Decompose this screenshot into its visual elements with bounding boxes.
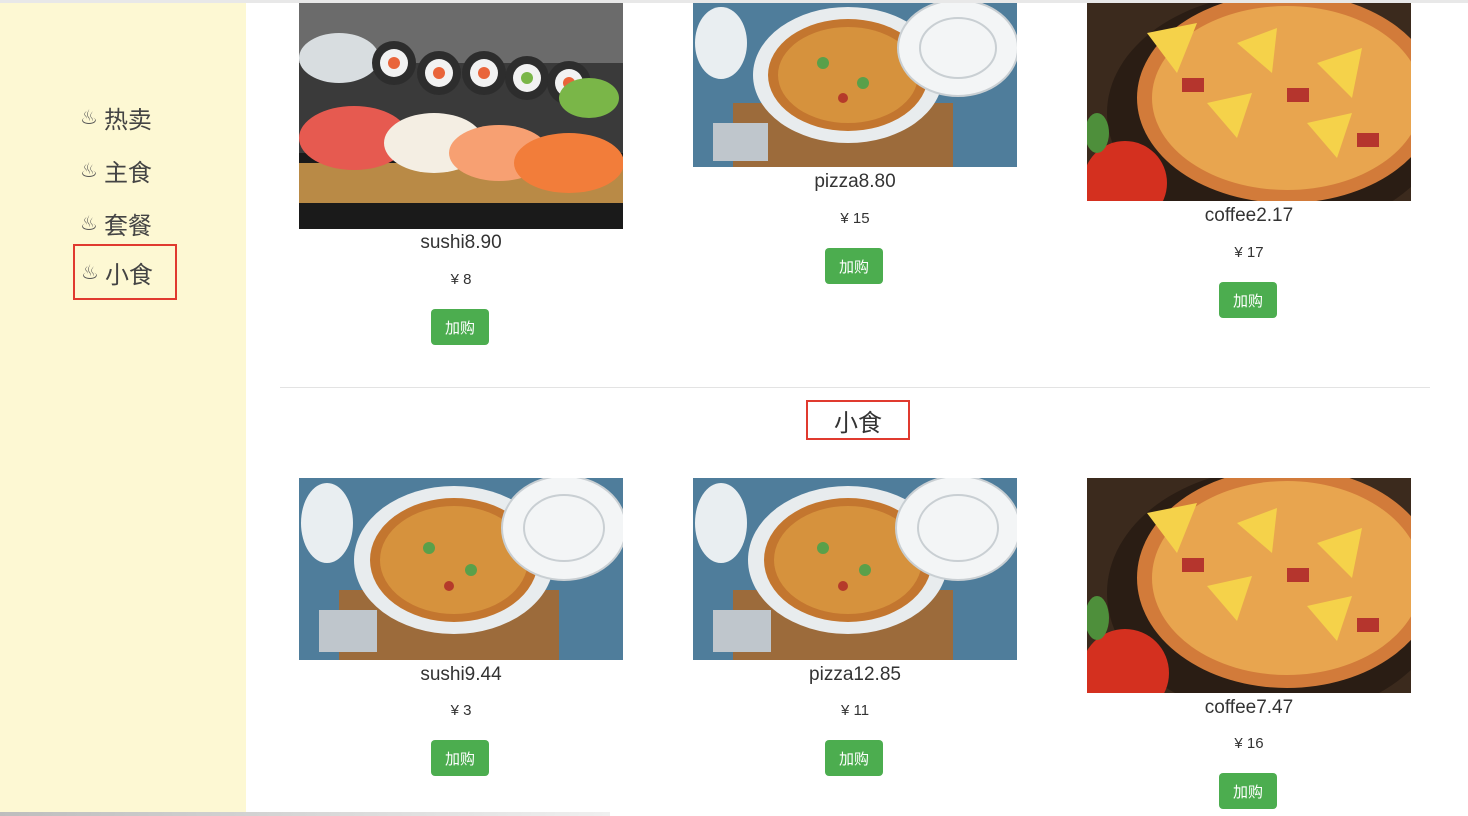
product-card: sushi8.90 ¥ 8 加购 xyxy=(299,3,623,348)
sidebar-item-snacks[interactable]: ♨ 小食 xyxy=(73,244,177,300)
product-name: pizza8.80 xyxy=(814,171,896,192)
product-card: pizza8.80 ¥ 15 加购 xyxy=(693,3,1017,288)
pizza-image xyxy=(1087,478,1411,693)
steam-icon: ♨ xyxy=(80,158,98,182)
pasta-pan-image xyxy=(693,478,1017,660)
sidebar-item-label: 套餐 xyxy=(103,211,152,240)
pasta-pan-image xyxy=(693,3,1017,167)
product-card: pizza12.85 ¥ 11 加购 xyxy=(693,478,1017,778)
steam-icon: ♨ xyxy=(80,105,98,129)
product-price: ¥ 16 xyxy=(1234,735,1264,752)
steam-icon: ♨ xyxy=(81,260,99,284)
product-name: pizza12.85 xyxy=(809,664,901,685)
product-name: sushi8.90 xyxy=(420,232,502,253)
product-card: coffee7.47 ¥ 16 加购 xyxy=(1087,478,1411,814)
add-to-cart-button[interactable]: 加购 xyxy=(825,248,883,284)
category-sidebar: ♨ 热卖 ♨ 主食 ♨ 套餐 ♨ 小食 xyxy=(0,3,246,816)
sidebar-item-label: 小食 xyxy=(104,260,153,289)
sidebar-item-combo[interactable]: ♨ 套餐 xyxy=(80,201,176,245)
pasta-pan-image xyxy=(299,478,623,660)
product-price: ¥ 11 xyxy=(840,702,870,719)
sidebar-item-label: 主食 xyxy=(103,158,152,187)
product-card: sushi9.44 ¥ 3 加购 xyxy=(299,478,623,778)
steam-icon: ♨ xyxy=(80,211,98,235)
horizontal-scrollbar[interactable] xyxy=(0,812,610,816)
add-to-cart-button[interactable]: 加购 xyxy=(825,740,883,776)
section-title: 小食 xyxy=(806,400,910,440)
product-price: ¥ 17 xyxy=(1234,244,1264,261)
pizza-image xyxy=(1087,3,1411,201)
add-to-cart-button[interactable]: 加购 xyxy=(1219,282,1277,318)
product-card: coffee2.17 ¥ 17 加购 xyxy=(1087,3,1411,323)
section-divider xyxy=(280,387,1430,388)
add-to-cart-button[interactable]: 加购 xyxy=(1219,773,1277,809)
product-name: coffee2.17 xyxy=(1204,205,1294,226)
sushi-image xyxy=(299,3,623,229)
sidebar-item-label: 热卖 xyxy=(103,105,152,134)
product-name: sushi9.44 xyxy=(420,664,502,685)
product-name: coffee7.47 xyxy=(1204,697,1294,718)
product-price: ¥ 3 xyxy=(450,702,472,719)
product-price: ¥ 8 xyxy=(450,271,472,288)
sidebar-item-hot[interactable]: ♨ 热卖 xyxy=(80,95,176,139)
add-to-cart-button[interactable]: 加购 xyxy=(431,309,489,345)
product-price: ¥ 15 xyxy=(840,210,870,227)
sidebar-item-staple[interactable]: ♨ 主食 xyxy=(80,148,176,192)
add-to-cart-button[interactable]: 加购 xyxy=(431,740,489,776)
